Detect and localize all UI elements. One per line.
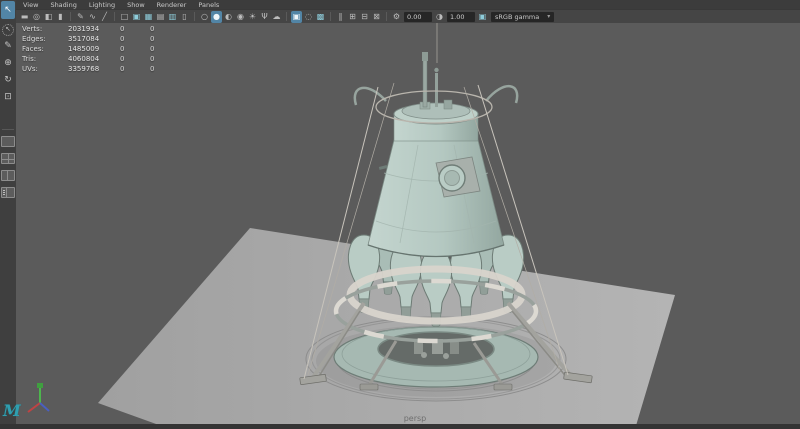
panel-menu-icon[interactable]: ▬ xyxy=(19,11,30,23)
poly-count-hud: Verts: 2031934 0 0 Edges: 3517084 0 0 Fa… xyxy=(22,24,180,74)
toolbox-separator xyxy=(2,129,14,130)
brush-tool-icon[interactable]: ╱ xyxy=(99,11,110,23)
chevron-down-icon: ▾ xyxy=(547,12,550,22)
fog-icon[interactable]: ⊞ xyxy=(347,11,358,23)
axis-gizmo[interactable] xyxy=(28,383,49,412)
scale-tool-button[interactable]: ⊡ xyxy=(1,90,15,104)
flat-shade-icon[interactable]: ◐ xyxy=(223,11,234,23)
menu-renderer[interactable]: Renderer xyxy=(157,1,187,9)
hud-selected2: 0 xyxy=(150,64,180,74)
exposure-icon[interactable]: ⚙ xyxy=(391,11,402,23)
menu-panels[interactable]: Panels xyxy=(198,1,219,9)
camera-label: persp xyxy=(404,414,427,423)
grease-pencil-icon[interactable]: ✎ xyxy=(75,11,86,23)
tool-box: ↖ ↖ ✎ ⊕ ↻ ⊡ xyxy=(0,0,16,429)
isolate-select-icon[interactable]: ∥ xyxy=(335,11,346,23)
hud-label: Edges: xyxy=(22,34,68,44)
two-point-lights-icon[interactable]: Ψ xyxy=(259,11,270,23)
color-management-icon[interactable]: ▣ xyxy=(477,11,488,23)
layout-four-pane-button[interactable] xyxy=(1,153,15,164)
gate-mask-icon[interactable]: ⊠ xyxy=(371,11,382,23)
screen-space-ao-icon[interactable]: ▣ xyxy=(291,11,302,23)
lock-camera-icon[interactable]: ◧ xyxy=(43,11,54,23)
panel-menu-bar: View Shading Lighting Show Renderer Pane… xyxy=(16,0,800,9)
maya-viewport-window: { "menubar": { "items": ["View", "Shadin… xyxy=(0,0,800,429)
hud-label: UVs: xyxy=(22,64,68,74)
toolbar-separator xyxy=(286,12,287,21)
layout-single-pane-button[interactable] xyxy=(1,136,15,147)
hardware-texturing-icon[interactable]: ◉ xyxy=(235,11,246,23)
view-transform-dropdown[interactable]: sRGB gamma ▾ xyxy=(491,12,554,22)
hud-row-uvs: UVs: 3359768 0 0 xyxy=(22,64,180,74)
toolbar-separator xyxy=(330,12,331,21)
gamma-field[interactable]: 1.00 xyxy=(447,12,475,22)
viewport-bottom-edge xyxy=(0,424,800,429)
toolbar-separator xyxy=(114,12,115,21)
hud-row-tris: Tris: 4060804 0 0 xyxy=(22,54,180,64)
perspective-viewport[interactable]: persp Verts: 2031934 0 0 Edges: 3517084 … xyxy=(16,23,800,429)
hud-value: 3359768 xyxy=(68,64,120,74)
lasso-select-tool-button[interactable]: ↖ xyxy=(2,24,14,36)
anti-aliasing-icon[interactable]: ▩ xyxy=(315,11,326,23)
select-camera-icon[interactable]: ◎ xyxy=(31,11,42,23)
hud-label: Faces: xyxy=(22,44,68,54)
hud-value: 1485009 xyxy=(68,44,120,54)
toolbar-separator xyxy=(70,12,71,21)
exposure-field[interactable]: 0.00 xyxy=(404,12,432,22)
hud-selected: 0 xyxy=(120,34,150,44)
rotate-tool-button[interactable]: ↻ xyxy=(1,73,15,87)
hud-row-verts: Verts: 2031934 0 0 xyxy=(22,24,180,34)
wireframe-icon[interactable]: □ xyxy=(119,11,130,23)
hud-value: 4060804 xyxy=(68,54,120,64)
hud-value: 2031934 xyxy=(68,24,120,34)
layout-outliner-button[interactable] xyxy=(1,187,15,198)
default-material-icon[interactable]: ○ xyxy=(199,11,210,23)
menu-show[interactable]: Show xyxy=(127,1,145,9)
wireframe-on-shaded-icon[interactable]: ▥ xyxy=(167,11,178,23)
lighting-icon[interactable]: ▤ xyxy=(155,11,166,23)
hud-label: Verts: xyxy=(22,24,68,34)
hud-selected: 0 xyxy=(120,54,150,64)
3d-scene[interactable]: persp xyxy=(16,23,800,429)
hud-row-faces: Faces: 1485009 0 0 xyxy=(22,44,180,54)
menu-view[interactable]: View xyxy=(23,1,38,9)
toolbar-separator xyxy=(386,12,387,21)
film-gate-icon[interactable]: ▮ xyxy=(55,11,66,23)
textured-icon[interactable]: ▦ xyxy=(143,11,154,23)
view-transform-value: sRGB gamma xyxy=(495,12,539,22)
hud-row-edges: Edges: 3517084 0 0 xyxy=(22,34,180,44)
motion-blur-icon[interactable]: ◌ xyxy=(303,11,314,23)
curve-tool-icon[interactable]: ∿ xyxy=(87,11,98,23)
shadows-icon[interactable]: ☁ xyxy=(271,11,282,23)
hud-selected2: 0 xyxy=(150,54,180,64)
gamma-icon[interactable]: ◑ xyxy=(434,11,445,23)
hud-selected2: 0 xyxy=(150,44,180,54)
menu-lighting[interactable]: Lighting xyxy=(89,1,115,9)
toolbar-separator xyxy=(194,12,195,21)
hud-selected: 0 xyxy=(120,44,150,54)
layout-split-pane-button[interactable] xyxy=(1,170,15,181)
use-all-lights-icon[interactable]: ☀ xyxy=(247,11,258,23)
shaded-icon[interactable]: ▣ xyxy=(131,11,142,23)
hud-value: 3517084 xyxy=(68,34,120,44)
hud-selected2: 0 xyxy=(150,24,180,34)
xray-icon[interactable]: ▯ xyxy=(179,11,190,23)
smooth-shade-all-icon[interactable]: ● xyxy=(211,11,222,23)
menu-shading[interactable]: Shading xyxy=(50,1,76,9)
hud-label: Tris: xyxy=(22,54,68,64)
image-plane-icon[interactable]: ⊟ xyxy=(359,11,370,23)
panel-toolbar: ▬ ◎ ◧ ▮ ✎ ∿ ╱ □ ▣ ▦ ▤ ▥ ▯ ○ ● ◐ ◉ ☀ Ψ ☁ … xyxy=(16,9,800,23)
hud-selected: 0 xyxy=(120,24,150,34)
select-tool-button[interactable]: ↖ xyxy=(1,1,15,19)
maya-logo: M xyxy=(3,401,21,420)
hud-selected2: 0 xyxy=(150,34,180,44)
move-tool-button[interactable]: ⊕ xyxy=(1,56,15,70)
paint-select-tool-button[interactable]: ✎ xyxy=(1,39,15,53)
hud-selected: 0 xyxy=(120,64,150,74)
